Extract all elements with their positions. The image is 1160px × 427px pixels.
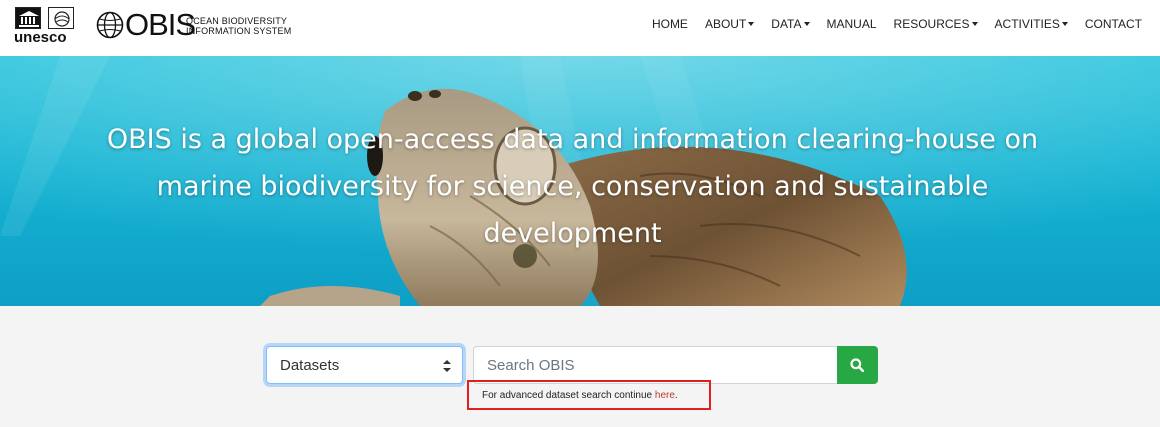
temple-icon [15,7,41,29]
hero-tagline-line1: OBIS is a global open-access data and in… [106,124,1039,155]
ioc-emblem-icon [48,7,74,29]
nav-about[interactable]: ABOUT [704,16,755,32]
hero-tagline-line2: marine biodiversity for science, conserv… [156,171,989,202]
obis-subtitle-line1: OCEAN BIODIVERSITY [186,16,288,26]
obis-subtitle: OCEAN BIODIVERSITY INFORMATION SYSTEM [186,16,291,36]
obis-subtitle-line2: INFORMATION SYSTEM [186,26,292,36]
advanced-search-suffix: . [674,390,678,401]
advanced-search-prefix: For advanced dataset search continue [482,390,655,401]
advanced-search-link[interactable]: here [655,390,675,401]
caret-down-icon [803,22,810,26]
search-type-select[interactable]: Datasets [266,346,463,384]
nav-resources[interactable]: RESOURCES [894,16,978,32]
nav-data-label: DATA [771,17,802,31]
site-header: unesco OBIS OCEAN BIODIVERSITY INFORMATI… [0,0,1160,56]
nav-contact[interactable]: CONTACT [1085,16,1142,32]
nav-activities-label: ACTIVITIES [994,17,1060,31]
nav-data[interactable]: DATA [771,16,810,32]
nav-about-label: ABOUT [704,17,747,31]
globe-icon [96,11,124,39]
nav-contact-label: CONTACT [1084,17,1142,31]
unesco-logo[interactable]: unesco [14,7,78,47]
advanced-search-text: For advanced dataset search continue her… [482,390,678,402]
nav-resources-label: RESOURCES [893,17,970,31]
hero-banner: OBIS is a global open-access data and in… [0,56,1160,306]
hero-tagline: OBIS is a global open-access data and in… [80,116,1065,257]
search-type-value: Datasets [280,357,340,374]
unesco-emblems [15,7,77,29]
search-input[interactable]: Search OBIS [473,346,838,384]
nav-activities[interactable]: ACTIVITIES [995,16,1068,32]
caret-down-icon [1061,22,1068,26]
nav-manual[interactable]: MANUAL [827,16,877,32]
obis-wordmark: OBIS [125,7,196,42]
caret-down-icon [971,22,978,26]
search-icon [850,358,864,372]
main-nav: HOME ABOUT DATA MANUAL RESOURCES ACTIVIT… [635,16,1142,32]
search-button[interactable] [837,346,878,384]
caret-down-icon [748,22,755,26]
hero-tagline-line3: development [483,218,662,249]
unesco-wordmark: unesco [14,29,67,46]
advanced-search-notice: For advanced dataset search continue her… [467,380,711,410]
nav-home-label: HOME [651,17,688,31]
select-arrows-icon [443,360,451,372]
nav-manual-label: MANUAL [826,17,877,31]
search-section: Datasets Search OBIS For advanced datase… [0,306,1160,427]
search-placeholder: Search OBIS [487,357,575,374]
nav-home[interactable]: HOME [652,16,688,32]
